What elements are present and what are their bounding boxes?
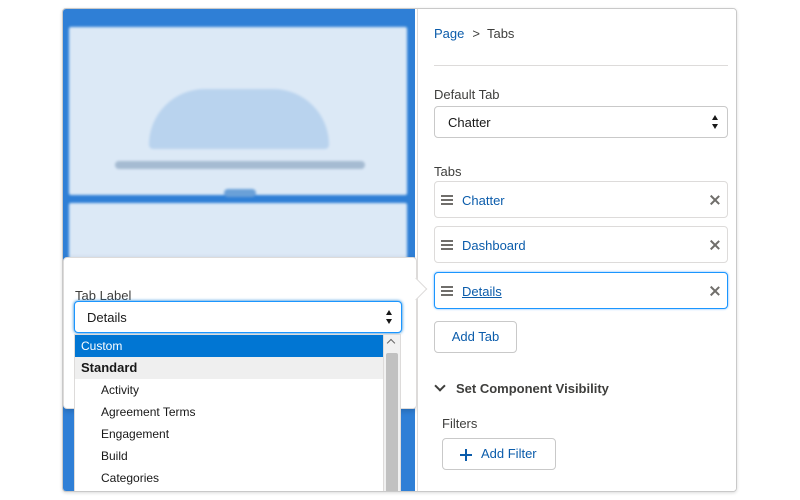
- tab-row-details[interactable]: Details: [434, 272, 728, 309]
- drag-handle-icon[interactable]: [441, 195, 453, 205]
- add-tab-button[interactable]: Add Tab: [434, 321, 517, 353]
- divider: [434, 65, 728, 66]
- tab-row-chatter[interactable]: Chatter: [434, 181, 728, 218]
- blurred-text: [115, 161, 365, 169]
- scrollbar-thumb[interactable]: [386, 353, 398, 491]
- default-tab-select[interactable]: Chatter: [434, 106, 728, 138]
- tab-label-value: Details: [87, 310, 127, 325]
- app-frame: Tab Label Details Custom Standard Activi…: [62, 8, 737, 492]
- chevron-down-icon: [434, 380, 446, 392]
- option-engagement[interactable]: Engagement: [75, 423, 384, 445]
- tab-label-select[interactable]: Details: [74, 301, 402, 333]
- select-arrows-icon: [386, 309, 394, 327]
- option-activity[interactable]: Activity: [75, 379, 384, 401]
- plus-icon: [460, 449, 472, 461]
- add-filter-button[interactable]: Add Filter: [442, 438, 556, 470]
- properties-panel: Page > Tabs Default Tab Chatter Tabs Chatt…: [417, 9, 736, 491]
- close-icon[interactable]: [708, 193, 722, 207]
- tab-row-dashboard[interactable]: Dashboard: [434, 226, 728, 263]
- add-filter-label: Add Filter: [481, 446, 537, 461]
- tab-name-link[interactable]: Details: [462, 284, 502, 299]
- close-icon[interactable]: [708, 238, 722, 252]
- drag-handle-icon[interactable]: [441, 286, 453, 296]
- close-icon[interactable]: [708, 284, 722, 298]
- drag-handle-icon[interactable]: [441, 240, 453, 250]
- tab-label-listbox[interactable]: Custom Standard Activity Agreement Terms…: [74, 334, 401, 491]
- breadcrumb: Page > Tabs: [434, 26, 514, 41]
- scroll-up-icon[interactable]: [384, 335, 400, 352]
- select-arrows-icon: [712, 114, 720, 132]
- blurred-illustration: [149, 89, 329, 149]
- breadcrumb-separator: >: [472, 26, 480, 41]
- option-custom[interactable]: Custom: [75, 335, 384, 357]
- breadcrumb-page-link[interactable]: Page: [434, 26, 464, 41]
- default-tab-value: Chatter: [448, 115, 491, 130]
- visibility-section-title: Set Component Visibility: [456, 381, 609, 396]
- tabs-label: Tabs: [434, 164, 462, 179]
- blurred-link: [224, 189, 256, 197]
- breadcrumb-current: Tabs: [486, 26, 515, 41]
- option-group-standard: Standard: [75, 357, 384, 379]
- option-build[interactable]: Build: [75, 445, 384, 467]
- tab-name-link[interactable]: Dashboard: [462, 238, 526, 253]
- blurred-card: [69, 27, 407, 197]
- listbox-scrollbar[interactable]: [383, 335, 400, 491]
- default-tab-label: Default Tab: [434, 87, 500, 102]
- filters-label: Filters: [442, 416, 478, 431]
- option-categories[interactable]: Categories: [75, 467, 384, 489]
- tab-name-link[interactable]: Chatter: [462, 193, 505, 208]
- option-agreement-terms[interactable]: Agreement Terms: [75, 401, 384, 423]
